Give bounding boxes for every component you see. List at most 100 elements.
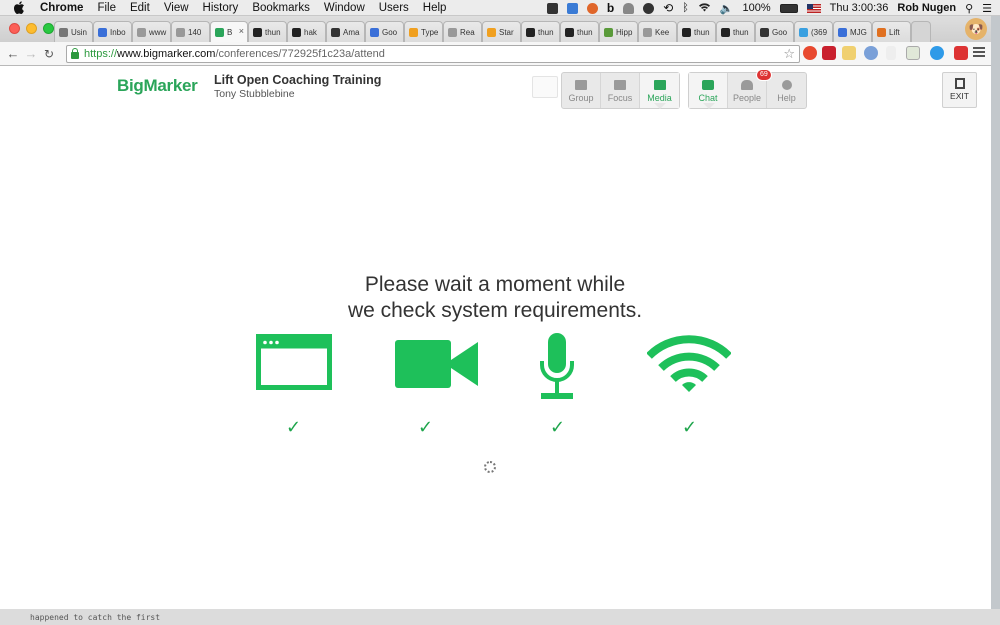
macos-menubar: Chrome File Edit View History Bookmarks … <box>0 0 1000 16</box>
browser-tab[interactable]: thun <box>560 21 599 42</box>
extension-pushbullet-icon[interactable] <box>930 46 944 60</box>
new-tab-button[interactable] <box>911 21 931 42</box>
menu-users[interactable]: Users <box>379 2 409 14</box>
tab-title: thun <box>694 27 710 37</box>
menu-edit[interactable]: Edit <box>130 2 150 14</box>
browser-tab[interactable]: Ama <box>326 21 365 42</box>
browser-tab[interactable]: MJG <box>833 21 872 42</box>
tab-title: Usin <box>71 27 88 37</box>
browser-tab[interactable]: thun <box>716 21 755 42</box>
browser-tab[interactable]: Kee <box>638 21 677 42</box>
menu-app-name[interactable]: Chrome <box>40 2 83 14</box>
view-mode-focus-button[interactable]: Focus <box>601 73 640 108</box>
bluetooth-icon[interactable]: ᛒ <box>682 2 689 14</box>
people-panel-button[interactable]: 69 People <box>728 69 772 108</box>
headline-line-2: we check system requirements. <box>347 299 643 322</box>
chrome-menu-icon[interactable] <box>973 47 985 59</box>
tab-favicon-icon <box>799 27 808 37</box>
browser-tab[interactable]: Lift <box>872 21 911 42</box>
tab-title: Type <box>421 27 439 37</box>
browser-tab[interactable]: Inbo <box>93 21 132 42</box>
extension-bulb-icon[interactable] <box>886 46 896 60</box>
spotlight-search-icon[interactable]: ⚲ <box>965 2 973 15</box>
browser-tab[interactable]: thun <box>521 21 560 42</box>
reload-button[interactable]: ↻ <box>40 47 58 61</box>
video-camera-icon <box>395 340 479 393</box>
dashboard-icon[interactable] <box>546 2 558 14</box>
browser-tab[interactable]: Rea <box>443 21 482 42</box>
browser-tab[interactable]: Goo <box>755 21 794 42</box>
system-check-message: Please wait a moment while we check syst… <box>250 272 740 324</box>
profile-avatar[interactable]: 🐶 <box>965 18 987 40</box>
time-machine-icon[interactable]: ⟲ <box>663 1 673 15</box>
browser-toolbar: ← → ↻ https://www.bigmarker.com/conferen… <box>0 42 991 66</box>
help-panel-button[interactable]: Help <box>767 73 806 108</box>
tab-favicon-icon <box>487 27 496 37</box>
extension-shield-icon[interactable] <box>803 46 817 60</box>
wifi-status-icon[interactable] <box>698 2 711 15</box>
tab-favicon-icon <box>565 27 574 37</box>
tab-title: Inbo <box>110 27 126 37</box>
exit-button[interactable]: EXIT <box>942 72 977 108</box>
menu-bookmarks[interactable]: Bookmarks <box>252 2 310 14</box>
browser-tab-active[interactable]: B × <box>210 21 248 42</box>
browser-tab[interactable]: thun <box>677 21 716 42</box>
menu-history[interactable]: History <box>203 2 239 14</box>
address-bar[interactable]: https://www.bigmarker.com/conferences/77… <box>66 45 800 63</box>
menu-help[interactable]: Help <box>423 2 447 14</box>
chat-panel-button[interactable]: Chat <box>689 73 728 109</box>
browser-tab[interactable]: Type <box>404 21 443 42</box>
wifi-icon <box>646 334 732 399</box>
secure-lock-icon[interactable] <box>71 48 79 59</box>
browser-tab[interactable]: Goo <box>365 21 404 42</box>
tab-favicon-icon <box>448 27 457 37</box>
browser-check-mark: ✓ <box>286 417 302 437</box>
extension-lastpass-icon[interactable] <box>822 46 836 60</box>
browser-tab[interactable]: hak <box>287 21 326 42</box>
image-icon <box>653 80 666 90</box>
battery-icon[interactable] <box>779 3 798 13</box>
extension-cloud-icon[interactable] <box>864 46 878 60</box>
close-window-button[interactable] <box>9 23 20 34</box>
minimize-window-button[interactable] <box>26 23 37 34</box>
grid-icon <box>575 80 587 90</box>
back-button[interactable]: ← <box>4 46 22 61</box>
menu-view[interactable]: View <box>164 2 189 14</box>
browser-tab[interactable]: 140 <box>171 21 210 42</box>
notification-center-icon[interactable]: ☰ <box>982 2 992 15</box>
browser-tab[interactable]: Hipp <box>599 21 638 42</box>
bigmarker-logo[interactable]: BigMarker <box>117 76 198 96</box>
url-text: https://www.bigmarker.com/conferences/77… <box>84 48 385 60</box>
bell-icon[interactable] <box>623 2 635 14</box>
cloud-icon[interactable] <box>643 2 655 14</box>
chat-bubble-icon <box>702 80 714 90</box>
view-mode-media-button[interactable]: Media <box>640 73 679 109</box>
browser-tab[interactable]: thun <box>248 21 287 42</box>
bookmark-star-icon[interactable]: ☆ <box>783 46 795 62</box>
zoom-window-button[interactable] <box>43 23 54 34</box>
flower-icon[interactable] <box>586 2 598 14</box>
camera-check-mark: ✓ <box>418 417 434 437</box>
dropbox-icon[interactable] <box>566 2 578 14</box>
tabs-container: Usin Inbo www 140 B × thun hak Ama Goo Type Rea Star… <box>54 21 911 42</box>
menu-file[interactable]: File <box>97 2 116 14</box>
lock-layout-button[interactable] <box>532 76 558 98</box>
view-mode-group-button[interactable]: Group <box>562 73 601 108</box>
clock[interactable]: Thu 3:00:36 <box>830 2 889 14</box>
input-source-flag-icon[interactable] <box>806 3 821 13</box>
user-name[interactable]: Rob Nugen <box>897 2 956 14</box>
extension-calendar-icon[interactable] <box>954 46 968 60</box>
browser-tab[interactable]: Usin <box>54 21 93 42</box>
forward-button[interactable]: → <box>22 46 40 61</box>
b-icon[interactable]: b <box>607 1 614 15</box>
volume-icon[interactable]: 🔈 <box>720 2 734 15</box>
tab-favicon-icon <box>838 27 847 37</box>
apple-menu-icon[interactable] <box>14 1 28 14</box>
close-tab-icon[interactable]: × <box>239 26 244 36</box>
extension-envelope-icon[interactable] <box>842 46 856 60</box>
menu-window[interactable]: Window <box>324 2 365 14</box>
browser-tab[interactable]: Star <box>482 21 521 42</box>
browser-tab[interactable]: www <box>132 21 171 42</box>
browser-tab[interactable]: (369 <box>794 21 833 42</box>
extension-screenshot-icon[interactable] <box>906 46 920 60</box>
